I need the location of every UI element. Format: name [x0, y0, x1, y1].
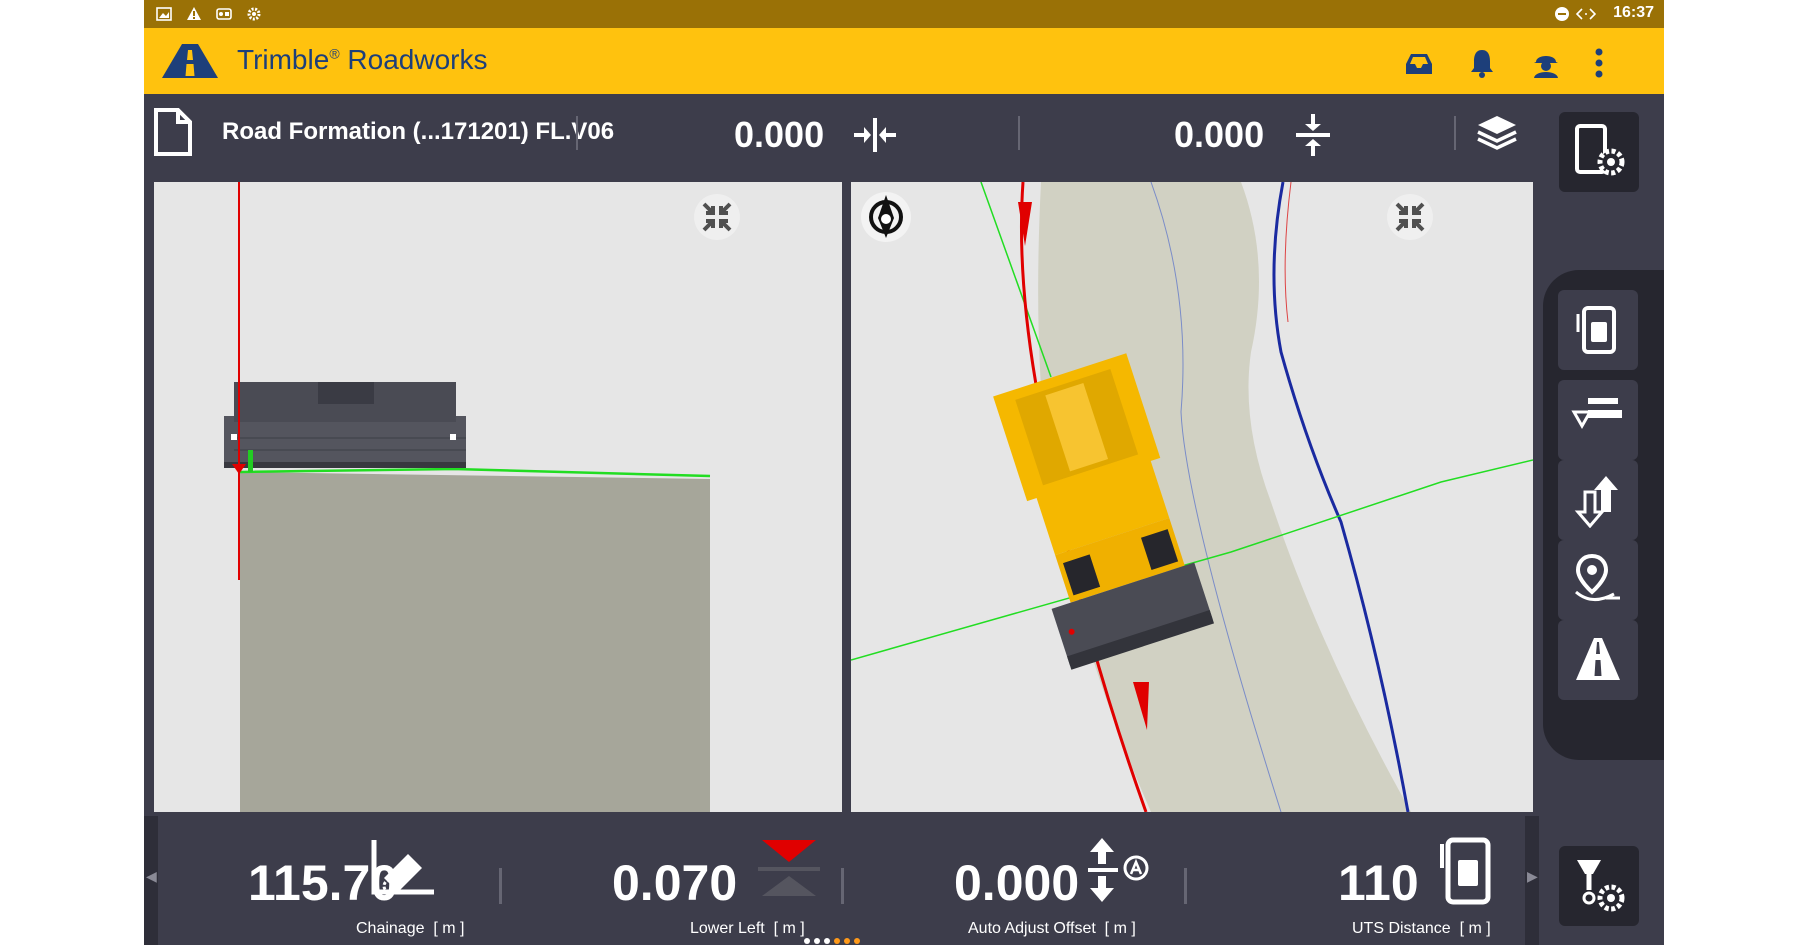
design-name[interactable]: Road Formation (...171201) FL.V06: [222, 118, 614, 146]
code-icon: [1576, 8, 1596, 20]
plan-view[interactable]: [851, 182, 1533, 812]
chainage-label: Chainage [ m ]: [356, 920, 465, 937]
map-pin-icon: [1575, 553, 1620, 601]
auto-adjust-offset-value: 0.000: [954, 855, 1080, 911]
do-not-disturb-icon: [1555, 7, 1569, 21]
chevron-left-icon: ◀: [146, 868, 157, 884]
collapse-icon: [702, 202, 732, 232]
separator: [841, 868, 844, 904]
collapse-view-button[interactable]: [1387, 194, 1433, 240]
right-rail: [1539, 94, 1664, 945]
layers-icon[interactable]: [1474, 110, 1520, 156]
road-icon: [1576, 638, 1620, 680]
chainage-icon: [371, 840, 434, 895]
cross-section-view[interactable]: [154, 182, 842, 812]
collapse-icon: [1395, 202, 1425, 232]
collapse-view-button[interactable]: [694, 194, 740, 240]
machine-settings-icon: [1575, 124, 1625, 176]
vertical-offset-icon: [1296, 114, 1330, 156]
auto-adjust-offset-label: Auto Adjust Offset [ m ]: [968, 920, 1136, 937]
roadworks-logo-icon: [162, 44, 218, 78]
more-vert-icon[interactable]: [1589, 46, 1609, 80]
next-page-button[interactable]: ▶: [1525, 816, 1539, 945]
image-icon: [156, 7, 172, 21]
status-bar: 16:37: [144, 0, 1664, 28]
height-marker: [248, 450, 253, 472]
tool-settings-button[interactable]: [1559, 846, 1639, 926]
view-area: [144, 176, 1539, 816]
lower-left-label: Lower Left [ m ]: [690, 920, 805, 937]
bell-icon[interactable]: [1465, 46, 1499, 80]
previous-page-button[interactable]: ◀: [144, 816, 158, 945]
app-title: Trimble® Roadworks: [237, 44, 488, 75]
page-indicator: [804, 938, 884, 945]
page-dot: [834, 938, 840, 944]
uts-distance-label: UTS Distance [ m ]: [1352, 920, 1491, 937]
page-dot: [824, 938, 830, 944]
cut-fill-icon: [758, 840, 820, 896]
page-dot: [804, 938, 810, 944]
tools-panel: [1543, 270, 1664, 760]
separator: [1018, 116, 1020, 150]
operator-icon[interactable]: [1529, 46, 1563, 80]
horizontal-offset-icon: [854, 118, 896, 152]
readout-bar: ◀ ▶ 115.70 Chainage [ m ] 0.070 Lower Le…: [144, 816, 1539, 945]
page-dot: [814, 938, 820, 944]
paver-screed-icon: [1571, 398, 1622, 430]
inbox-icon[interactable]: [1402, 46, 1436, 80]
lower-left-value: 0.070: [612, 855, 738, 911]
location-button[interactable]: [1558, 540, 1638, 620]
document-icon[interactable]: [152, 106, 194, 158]
vertical-offset-value: 0.000: [1174, 114, 1265, 155]
uts-icon: [1440, 837, 1491, 905]
warning-icon: [187, 7, 201, 20]
screed-body: [224, 416, 466, 466]
separator: [1184, 868, 1187, 904]
uts-instrument-button[interactable]: [1558, 290, 1638, 370]
ground-surface: [240, 472, 710, 812]
chevron-right-icon: ▶: [1527, 868, 1538, 884]
app-bar: Trimble® Roadworks: [144, 28, 1664, 94]
compass-button[interactable]: [861, 192, 911, 242]
page-dot: [854, 938, 860, 944]
design-info-bar: Road Formation (...171201) FL.V06 0.000 …: [144, 94, 1664, 176]
cross-section-canvas: [224, 182, 711, 812]
separator: [499, 868, 502, 904]
status-clock: 16:37: [1613, 4, 1654, 21]
cast-icon: [216, 8, 232, 20]
offset-up-down-icon: [1574, 476, 1618, 528]
page-dot: [844, 938, 850, 944]
settings-cog-icon: [247, 7, 261, 21]
road-view-button[interactable]: [1558, 620, 1638, 700]
uts-distance-value: 110: [1338, 855, 1419, 911]
horizontal-offset-value: 0.000: [734, 114, 825, 155]
plan-view-canvas: [851, 182, 1533, 812]
paver-screed-button[interactable]: [1558, 380, 1638, 460]
offset-up-down-button[interactable]: [1558, 460, 1638, 540]
compass-icon: [869, 195, 903, 238]
auto-adjust-icon: [1088, 838, 1149, 902]
tool-settings-icon: [1577, 860, 1625, 912]
separator: [1454, 116, 1456, 150]
device-screen: 16:37 Trimble® Roadworks Road Formation …: [144, 0, 1664, 945]
machine-settings-button[interactable]: [1559, 112, 1639, 192]
separator: [576, 116, 578, 150]
uts-instrument-icon: [1576, 306, 1616, 354]
